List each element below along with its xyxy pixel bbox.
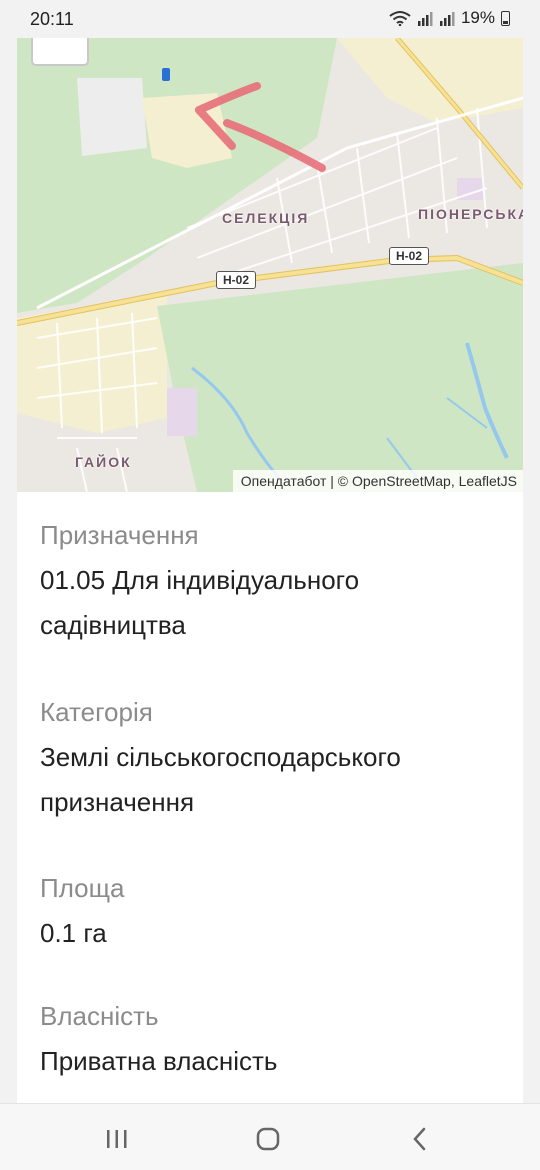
status-time: 20:11: [30, 9, 74, 29]
field-value-line: Землі сільськогосподарського: [40, 742, 401, 772]
wifi-icon: [389, 10, 411, 26]
field-value: Приватна власність: [40, 1046, 278, 1076]
battery-icon: [501, 10, 510, 26]
field-category: Категорія Землі сільськогосподарського п…: [40, 695, 503, 825]
field-label: Власність: [40, 1001, 159, 1031]
map-tiles: [17, 38, 523, 492]
field-value-line: садівництва: [40, 610, 186, 640]
road-shield: Н-02: [389, 247, 430, 265]
signal-icon: [417, 11, 433, 26]
status-bar: 20:11 19%: [0, 0, 540, 38]
field-value: 0.1 га: [40, 918, 107, 948]
map-zoom-control[interactable]: [31, 38, 89, 66]
road-shield: Н-02: [216, 271, 257, 289]
parcel-map[interactable]: СЕЛЕКЦІЯ ПІОНЕРСЬКА ГАЙОК Н-02 Н-02 Опен…: [17, 38, 523, 492]
map-place-label: ПІОНЕРСЬКА: [418, 206, 523, 222]
field-area: Площа 0.1 га: [40, 871, 503, 956]
land-parcel-card: СЕЛЕКЦІЯ ПІОНЕРСЬКА ГАЙОК Н-02 Н-02 Опен…: [17, 38, 523, 1103]
recent-apps-icon[interactable]: [97, 1124, 137, 1154]
map-place-label: ГАЙОК: [75, 454, 132, 470]
field-value: Землі сільськогосподарського призначення: [40, 735, 503, 825]
field-ownership: Власність Приватна власність: [40, 999, 503, 1084]
home-icon[interactable]: [248, 1124, 288, 1154]
battery-percent: 19%: [460, 8, 495, 27]
parcel-details: Призначення 01.05 Для індивідуального са…: [17, 518, 523, 1084]
map-place-label: СЕЛЕКЦІЯ: [222, 210, 310, 226]
status-icons: 19%: [389, 8, 510, 28]
field-label: Площа: [40, 873, 125, 903]
map-attribution[interactable]: Опендатабот | © OpenStreetMap, LeafletJS: [232, 470, 523, 492]
field-purpose: Призначення 01.05 Для індивідуального са…: [40, 518, 503, 648]
signal-icon: [439, 11, 455, 26]
system-nav-bar: [0, 1103, 540, 1170]
field-label: Призначення: [40, 520, 199, 550]
field-label: Категорія: [40, 697, 153, 727]
back-icon[interactable]: [400, 1124, 440, 1154]
field-value: 01.05 Для індивідуального садівництва: [40, 558, 503, 648]
field-value-line: 01.05 Для індивідуального: [40, 565, 360, 595]
field-value-line: призначення: [40, 787, 195, 817]
